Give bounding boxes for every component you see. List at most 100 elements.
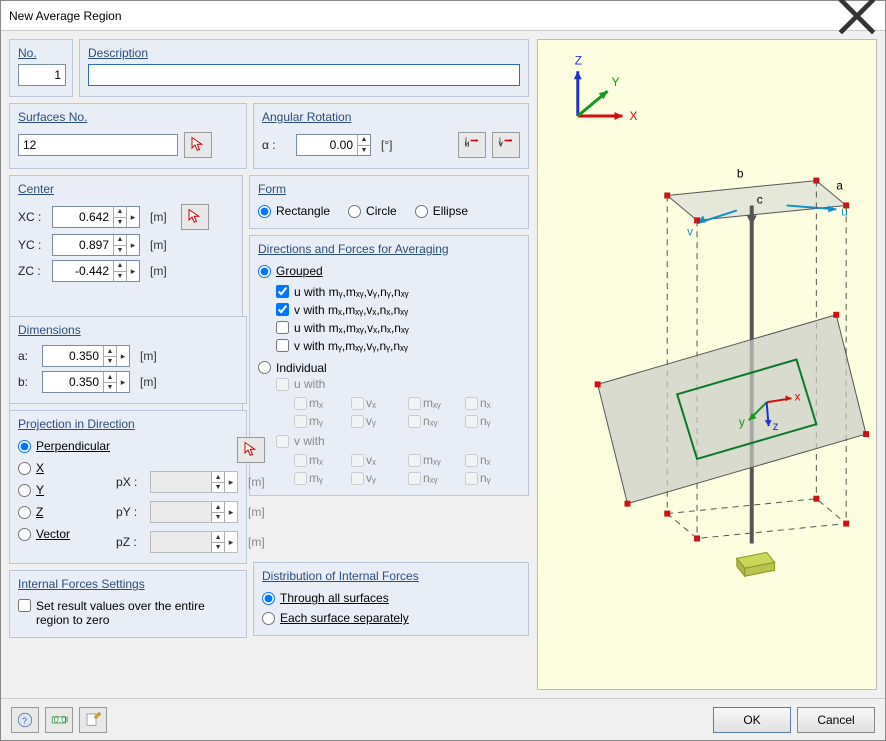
- projection-label: Projection in Direction: [18, 417, 238, 435]
- v-ny-check[interactable]: nᵧ: [465, 471, 520, 485]
- description-label: Description: [88, 46, 520, 64]
- py-spinner: ▲▼▸: [150, 501, 238, 523]
- svg-text:z: z: [773, 419, 779, 433]
- angular-align-v-button[interactable]: v: [492, 132, 520, 158]
- v-vy-check[interactable]: vᵧ: [351, 471, 406, 485]
- v-mxy-check[interactable]: mₓᵧ: [408, 453, 463, 467]
- proj-y-radio[interactable]: Y: [18, 483, 110, 497]
- internal-forces-panel: Internal Forces Settings Set result valu…: [9, 570, 247, 638]
- svg-text:x: x: [794, 389, 800, 403]
- svg-text:y: y: [739, 415, 745, 429]
- units-button[interactable]: 0.00: [45, 707, 73, 733]
- dimensions-panel: Dimensions a: ▲▼▸ [m] b: ▲▼▸ [m]: [9, 316, 247, 404]
- dist-through-radio[interactable]: Through all surfaces: [262, 591, 520, 605]
- notes-button[interactable]: [79, 707, 107, 733]
- dimensions-label: Dimensions: [18, 323, 238, 341]
- help-button[interactable]: ?: [11, 707, 39, 733]
- distribution-label: Distribution of Internal Forces: [262, 569, 520, 587]
- zc-label: ZC :: [18, 264, 46, 278]
- xc-label: XC :: [18, 210, 46, 224]
- projection-panel: Projection in Direction Perpendicular X …: [9, 410, 247, 564]
- pz-spinner: ▲▼▸: [150, 531, 238, 553]
- grp-opt2-check[interactable]: v with mₓ,mₓᵧ,vₓ,nₓ,nₓᵧ: [276, 303, 520, 317]
- directions-label: Directions and Forces for Averaging: [258, 242, 520, 260]
- note-pencil-icon: [84, 711, 102, 729]
- grouped-radio[interactable]: Grouped: [258, 264, 323, 278]
- alpha-label: α :: [262, 138, 290, 152]
- preview-pane: Z X Y b a c u v: [537, 39, 877, 690]
- pick-surfaces-button[interactable]: [184, 132, 212, 158]
- v-nxy-check[interactable]: nₓᵧ: [408, 471, 463, 485]
- svg-text:Z: Z: [575, 53, 582, 67]
- proj-vector-radio[interactable]: Vector: [18, 527, 110, 541]
- u-my-check[interactable]: mᵧ: [294, 414, 349, 428]
- u-mx-check[interactable]: mₓ: [294, 396, 349, 410]
- xc-spinner[interactable]: ▲▼▸: [52, 206, 140, 228]
- svg-text:?: ?: [22, 715, 27, 725]
- footer-bar: ? 0.00 OK Cancel: [1, 698, 885, 740]
- align-ux-icon: u: [463, 136, 481, 154]
- u-ny-check[interactable]: nᵧ: [465, 414, 520, 428]
- cursor-pick-icon: [242, 441, 260, 459]
- proj-z-radio[interactable]: Z: [18, 505, 110, 519]
- window-title: New Average Region: [9, 9, 837, 23]
- v-vx-check[interactable]: vₓ: [351, 453, 406, 467]
- cancel-button[interactable]: Cancel: [797, 707, 875, 733]
- v-my-check[interactable]: mᵧ: [294, 471, 349, 485]
- svg-text:v: v: [687, 224, 693, 238]
- svg-text:b: b: [737, 167, 744, 181]
- v-nx-check[interactable]: nₓ: [465, 453, 520, 467]
- set-zero-check[interactable]: Set result values over the entire region…: [18, 599, 226, 627]
- alpha-spinner[interactable]: ▲▼: [296, 134, 371, 156]
- grp-opt3-check[interactable]: u with mₓ,mₓᵧ,vₓ,nₓ,nₓᵧ: [276, 321, 520, 335]
- svg-text:0.00: 0.00: [54, 714, 68, 724]
- angular-label: Angular Rotation: [262, 110, 520, 128]
- pick-center-button[interactable]: [181, 204, 209, 230]
- a-spinner[interactable]: ▲▼▸: [42, 345, 130, 367]
- zc-spinner[interactable]: ▲▼▸: [52, 260, 140, 282]
- yc-label: YC :: [18, 238, 46, 252]
- individual-radio[interactable]: Individual: [258, 361, 327, 375]
- a-label: a:: [18, 349, 36, 363]
- u-mxy-check[interactable]: mₓᵧ: [408, 396, 463, 410]
- b-spinner[interactable]: ▲▼▸: [42, 371, 130, 393]
- surfaces-label: Surfaces No.: [18, 110, 238, 128]
- pick-projection-button[interactable]: [237, 437, 265, 463]
- internal-forces-label: Internal Forces Settings: [18, 577, 238, 595]
- form-circle-radio[interactable]: Circle: [348, 204, 397, 218]
- uwith-check[interactable]: u with: [276, 377, 325, 391]
- no-label: No.: [18, 46, 64, 64]
- align-vx-icon: v: [497, 136, 515, 154]
- surfaces-input[interactable]: [18, 134, 178, 156]
- u-nx-check[interactable]: nₓ: [465, 396, 520, 410]
- distribution-panel: Distribution of Internal Forces Through …: [253, 562, 529, 636]
- form-label: Form: [258, 182, 520, 200]
- form-ellipse-radio[interactable]: Ellipse: [415, 204, 468, 218]
- dialog-window: New Average Region No. Description Sur: [0, 0, 886, 741]
- grp-opt4-check[interactable]: v with mᵧ,mₓᵧ,vᵧ,nᵧ,nₓᵧ: [276, 339, 520, 353]
- u-nxy-check[interactable]: nₓᵧ: [408, 414, 463, 428]
- u-vx-check[interactable]: vₓ: [351, 396, 406, 410]
- svg-text:X: X: [629, 109, 637, 123]
- description-input[interactable]: [88, 64, 520, 86]
- vwith-check[interactable]: v with: [276, 434, 325, 448]
- ok-button[interactable]: OK: [713, 707, 791, 733]
- svg-text:c: c: [757, 192, 763, 206]
- svg-text:Y: Y: [612, 75, 620, 89]
- v-mx-check[interactable]: mₓ: [294, 453, 349, 467]
- grp-opt1-check[interactable]: u with mᵧ,mₓᵧ,vᵧ,nᵧ,nₓᵧ: [276, 285, 520, 299]
- close-button[interactable]: [837, 2, 877, 30]
- proj-perp-radio[interactable]: Perpendicular: [18, 439, 110, 453]
- angular-align-u-button[interactable]: u: [458, 132, 486, 158]
- cursor-pick-icon: [189, 136, 207, 154]
- px-spinner: ▲▼▸: [150, 471, 238, 493]
- form-rectangle-radio[interactable]: Rectangle: [258, 204, 330, 218]
- proj-x-radio[interactable]: X: [18, 461, 110, 475]
- u-vy-check[interactable]: vᵧ: [351, 414, 406, 428]
- dist-each-radio[interactable]: Each surface separately: [262, 611, 520, 625]
- svg-text:a: a: [836, 179, 843, 193]
- title-bar: New Average Region: [1, 1, 885, 31]
- yc-spinner[interactable]: ▲▼▸: [52, 234, 140, 256]
- no-input[interactable]: [18, 64, 66, 86]
- center-label: Center: [18, 182, 234, 200]
